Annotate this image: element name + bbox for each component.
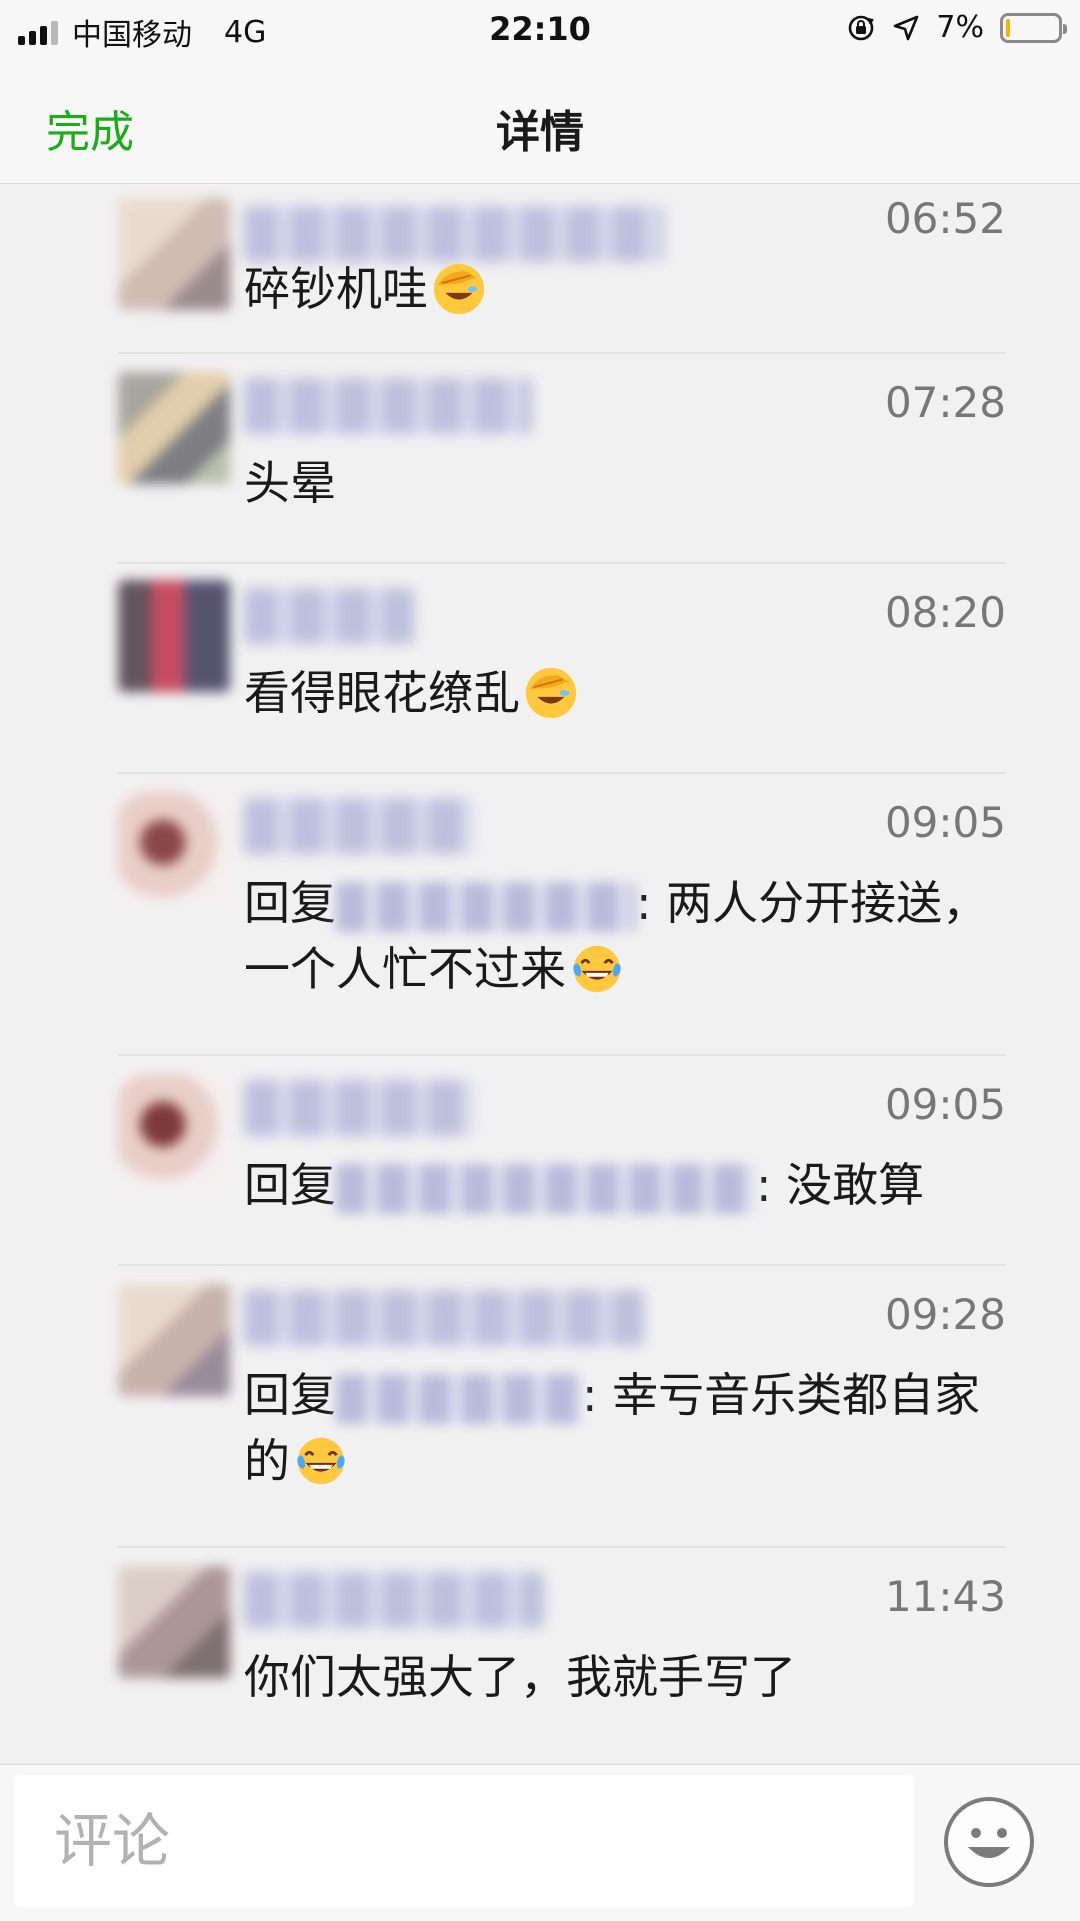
avatar[interactable] [118, 1566, 230, 1678]
battery-icon [1000, 12, 1067, 43]
comment-text: 回复: 两人分开接送，一个人忙不过来 [244, 870, 1004, 1002]
avatar[interactable] [118, 1074, 230, 1186]
reply-prefix: 回复 [244, 876, 336, 930]
battery-fill [1006, 18, 1010, 37]
reply-prefix: 回复 [244, 1368, 336, 1422]
page-title: 详情 [496, 107, 584, 158]
nickname[interactable] [244, 206, 664, 262]
status-left: 中国移动 4G [18, 10, 266, 54]
nickname[interactable] [244, 798, 474, 854]
comment-body: 头晕 [244, 456, 336, 510]
nickname[interactable] [244, 378, 532, 434]
comment-text: 头晕 [244, 450, 1004, 516]
smiley-icon [968, 1828, 1010, 1858]
nickname[interactable] [244, 1572, 544, 1628]
comment-input-bar [0, 1764, 1080, 1921]
facepalm-emoji [433, 263, 485, 314]
comment-time: 09:28 [884, 1290, 1006, 1339]
comment-time: 09:05 [884, 798, 1006, 847]
battery-percent: 7% [936, 10, 984, 45]
nav-bar: 完成 详情 [0, 60, 1080, 184]
network-type: 4G [224, 14, 267, 50]
facepalm-emoji [525, 667, 577, 718]
comment-list[interactable]: 06:52 碎钞机哇 07:28 头晕 08:20 看得眼花缭乱 09:05 回… [0, 184, 1080, 1764]
comment-item[interactable]: 09:28 回复: 幸亏音乐类都自家的 [118, 1266, 1006, 1548]
avatar[interactable] [118, 198, 230, 310]
comment-body: : 没敢算 [756, 1158, 925, 1212]
comment-item[interactable]: 09:05 回复 : 没敢算 [118, 1056, 1006, 1266]
comment-item[interactable]: 07:28 头晕 [118, 354, 1006, 564]
nickname[interactable] [244, 1080, 474, 1136]
comment-text: 回复: 幸亏音乐类都自家的 [244, 1362, 1004, 1494]
reply-target-name[interactable] [336, 881, 636, 932]
comment-time: 09:05 [884, 1080, 1006, 1129]
comment-time: 07:28 [884, 378, 1006, 427]
status-right: 7% [846, 10, 1067, 45]
comment-item[interactable]: 08:20 看得眼花缭乱 [118, 564, 1006, 774]
rotation-lock-icon [849, 15, 875, 40]
avatar[interactable] [118, 372, 230, 484]
comment-item[interactable]: 09:05 回复: 两人分开接送，一个人忙不过来 [118, 774, 1006, 1056]
nickname[interactable] [244, 588, 414, 644]
comment-text: 看得眼花缭乱 [244, 660, 1004, 726]
reply-prefix: 回复 [244, 1158, 336, 1212]
comment-text: 回复 : 没敢算 [244, 1152, 1004, 1218]
comment-text: 你们太强大了，我就手写了 [244, 1644, 1004, 1710]
comment-text: 碎钞机哇 [244, 256, 1004, 322]
carrier-name: 中国移动 [72, 18, 192, 53]
reply-target-name[interactable] [336, 1163, 756, 1214]
signal-icon [18, 19, 58, 45]
reply-target-name[interactable] [336, 1373, 582, 1424]
comment-time: 08:20 [884, 588, 1006, 637]
avatar[interactable] [118, 580, 230, 692]
comment-input[interactable] [14, 1775, 914, 1907]
tears-of-joy-emoji [297, 1437, 345, 1484]
status-bar: 中国移动 4G 22:10 7% [0, 0, 1080, 60]
comment-body: 你们太强大了，我就手写了 [244, 1650, 796, 1704]
comment-body: 碎钞机哇 [244, 262, 428, 316]
tears-of-joy-emoji [573, 945, 621, 992]
done-button[interactable]: 完成 [46, 96, 134, 160]
nickname[interactable] [244, 1290, 644, 1346]
avatar[interactable] [118, 1284, 230, 1396]
comment-item[interactable]: 11:43 你们太强大了，我就手写了 [118, 1548, 1006, 1764]
comment-body: 看得眼花缭乱 [244, 666, 520, 720]
comment-item[interactable]: 06:52 碎钞机哇 [118, 184, 1006, 354]
location-arrow-icon [894, 15, 919, 40]
avatar[interactable] [118, 792, 230, 904]
comment-time: 11:43 [884, 1572, 1006, 1621]
comment-time: 06:52 [884, 194, 1006, 243]
emoji-button[interactable] [944, 1797, 1034, 1887]
